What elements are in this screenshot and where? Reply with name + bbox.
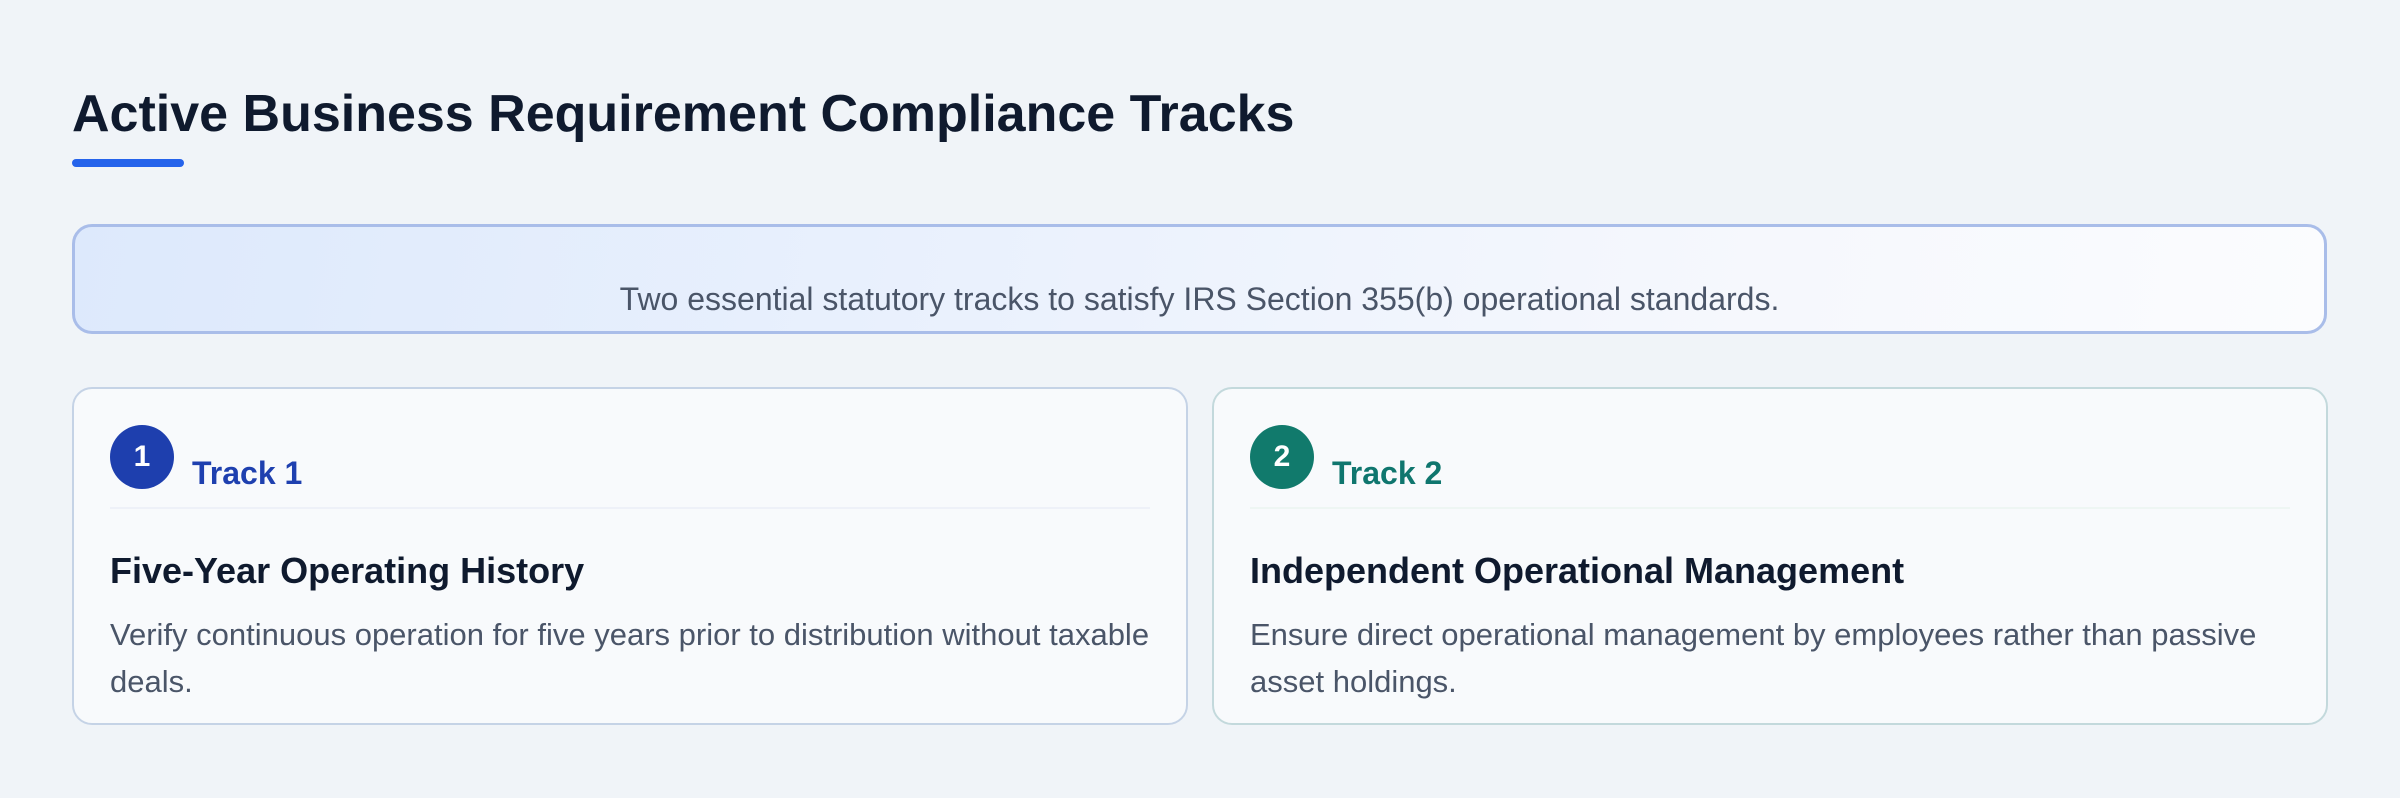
- track-number-badge: 2: [1250, 425, 1314, 489]
- track-label: Track 2: [1332, 455, 1443, 491]
- track-number-badge: 1: [110, 425, 174, 489]
- track-heading: Five-Year Operating History: [110, 550, 585, 591]
- title-underline-accent: [72, 159, 184, 167]
- track-card-1: 1 Track 1 Five-Year Operating History Ve…: [72, 387, 1188, 725]
- card-divider: [110, 507, 1150, 509]
- summary-banner: Two essential statutory tracks to satisf…: [72, 224, 2327, 334]
- track-description: Ensure direct operational management by …: [1250, 617, 2257, 699]
- track-card-2: 2 Track 2 Independent Operational Manage…: [1212, 387, 2328, 725]
- track-label: Track 1: [192, 455, 303, 491]
- card-divider: [1250, 507, 2290, 509]
- track-heading: Independent Operational Management: [1250, 550, 1905, 591]
- page-title: Active Business Requirement Compliance T…: [72, 85, 1295, 143]
- summary-banner-text: Two essential statutory tracks to satisf…: [619, 281, 1780, 317]
- track-description: Verify continuous operation for five yea…: [110, 617, 1150, 699]
